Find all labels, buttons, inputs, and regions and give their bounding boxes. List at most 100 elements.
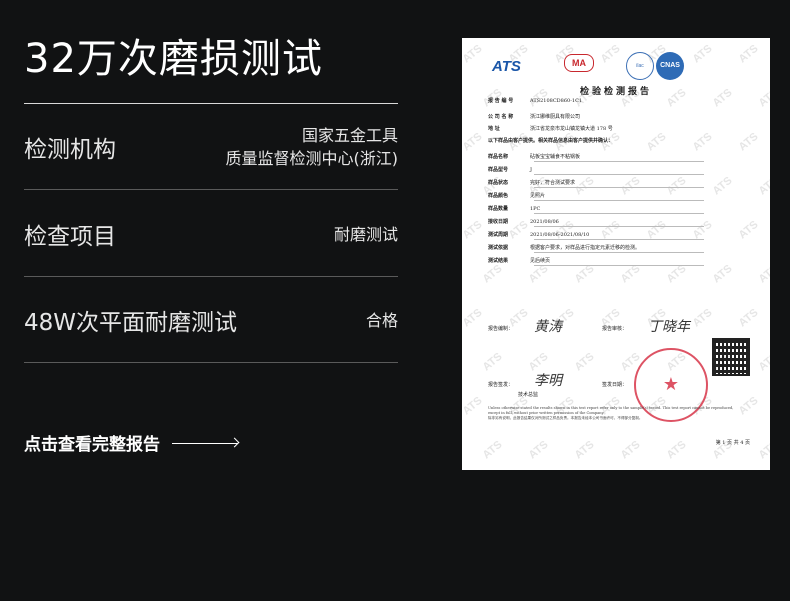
field-label: 测试依据 [488, 245, 509, 251]
watermark-mark: ATS [462, 218, 485, 242]
watermark-mark: ATS [664, 438, 689, 462]
field-label: 样品数量 [488, 206, 509, 212]
watermark-mark: ATS [462, 42, 485, 66]
technical-director-label: 技术总监 [518, 392, 539, 398]
field-value: 浙江省龙泉市龙山镇龙镇大道 178 号 [530, 126, 613, 132]
field-value: ATS2108CD860-1C1 [530, 98, 583, 104]
watermark-mark: ATS [618, 174, 643, 198]
watermark-mark: ATS [756, 262, 770, 286]
field-value: 根据客户要求，对样品进行指定元素迁移的检测。 [530, 245, 641, 251]
watermark-mark: ATS [572, 438, 597, 462]
watermark-mark: ATS [480, 438, 505, 462]
row-abrasion-result: 48W次平面耐磨测试 合格 [24, 298, 398, 342]
field-label: 样品颜色 [488, 193, 509, 199]
divider [24, 276, 398, 277]
field-underline [534, 174, 704, 175]
watermark-mark: ATS [644, 130, 669, 154]
watermark-mark: ATS [736, 130, 761, 154]
watermark-mark: ATS [526, 262, 551, 286]
signature-2: 丁晓年 [648, 319, 690, 335]
watermark-mark: ATS [462, 130, 485, 154]
field-underline [534, 213, 704, 214]
sample-field-row: 样品名称 砧板宝宝辅食不粘锅板 [488, 154, 580, 160]
field-label: 报 告 编 号 [488, 98, 514, 104]
field-underline [534, 226, 704, 227]
sample-field-row: 测试依据 根据客户要求，对样品进行指定元素迁移的检测。 [488, 245, 640, 251]
watermark-mark: ATS [572, 174, 597, 198]
field-label: 测试周期 [488, 232, 509, 238]
field-value: 2021/08/06 [530, 219, 559, 225]
watermark-mark: ATS [736, 306, 761, 330]
ma-logo: MA [564, 54, 594, 72]
field-underline [534, 265, 704, 266]
sample-field-row: 样品颜色 见照片 [488, 193, 545, 199]
sample-field-row: 测试周期 2021/08/06-2021/08/10 [488, 232, 589, 238]
view-full-report-link[interactable]: 点击查看完整报告 [24, 430, 238, 455]
watermark-mark: ATS [736, 218, 761, 242]
row-value-line: 国家五金工具 [301, 126, 398, 145]
row-testing-agency: 检测机构 国家五金工具 质量监督检测中心(浙江) [24, 120, 398, 174]
compiled-by-label: 报告编制： [488, 326, 514, 332]
company-line: 公 司 名 称 浙江娜维厨具有限公司 [488, 114, 580, 120]
row-test-item: 检查项目 耐磨测试 [24, 212, 398, 256]
watermark-mark: ATS [644, 218, 669, 242]
field-value: J [530, 167, 533, 173]
qr-code [712, 338, 750, 376]
field-value: 2021/08/06-2021/08/10 [530, 232, 590, 238]
view-full-report-label: 点击查看完整报告 [24, 435, 160, 455]
row-value: 国家五金工具 质量监督检测中心(浙江) [226, 124, 399, 170]
row-value-line: 质量监督检测中心(浙江) [225, 149, 399, 168]
watermark-mark: ATS [736, 42, 761, 66]
field-value: 砧板宝宝辅食不粘锅板 [530, 154, 581, 160]
watermark-mark: ATS [462, 394, 485, 418]
field-underline [534, 252, 704, 253]
watermark-mark: ATS [690, 306, 715, 330]
sample-field-row: 接收日期 2021/08/06 [488, 219, 559, 225]
divider [24, 189, 398, 190]
field-label: 样品型号 [488, 167, 509, 173]
sample-field-row: 测试结果 见后续页 [488, 258, 550, 264]
field-label: 样品名称 [488, 154, 509, 160]
field-underline [534, 161, 704, 162]
watermark-mark: ATS [664, 262, 689, 286]
watermark-mark: ATS [572, 350, 597, 374]
watermark-mark: ATS [756, 350, 770, 374]
sample-field-row: 样品数量 1PC [488, 206, 540, 212]
field-label: 接收日期 [488, 219, 509, 225]
watermark-mark: ATS [690, 130, 715, 154]
certificate-title: 检验检测报告 [579, 87, 652, 97]
watermark-mark: ATS [618, 438, 643, 462]
field-label: 测试结果 [488, 258, 509, 264]
watermark-mark: ATS [480, 262, 505, 286]
field-underline [534, 239, 704, 240]
signature-3: 李明 [534, 373, 562, 389]
watermark-mark: ATS [710, 174, 735, 198]
watermark-mark: ATS [598, 218, 623, 242]
field-value: 完好，符合测试要求 [530, 180, 576, 186]
field-value: 1PC [530, 206, 541, 212]
certificate-logos: ATS MA ilac CNAS [492, 52, 740, 80]
field-label: 公 司 名 称 [488, 114, 514, 120]
watermark-mark: ATS [618, 262, 643, 286]
page-number: 第 1 页 共 4 页 [715, 440, 750, 446]
row-key: 48W次平面耐磨测试 [24, 310, 238, 336]
title-divider [24, 103, 398, 104]
field-value: 浙江娜维厨具有限公司 [530, 114, 581, 120]
page-title: 32万次磨损测试 [24, 36, 323, 82]
test-report-image[interactable]: ATS ATS ATS ATS ATS ATS ATS ATS ATS ATS ATS ATS ATS A… [462, 38, 770, 470]
field-label: 地 址 [488, 126, 500, 132]
watermark-mark: ATS [756, 174, 770, 198]
watermark-mark: ATS [756, 438, 770, 462]
field-value: 见照片 [530, 193, 546, 199]
field-label: 样品状态 [488, 180, 509, 186]
issue-date-label: 签发日期： [602, 382, 628, 388]
watermark-mark: ATS [572, 262, 597, 286]
address-line: 地 址 浙江省龙泉市龙山镇龙镇大道 178 号 [488, 126, 613, 132]
sample-field-row: 样品型号 J [488, 167, 532, 173]
ats-logo: ATS [492, 58, 521, 75]
row-key: 检测机构 [24, 137, 116, 163]
fine-print-cn: 除非另有说明，此报告结果仅对所测试之样品负责。本报告未经本公司书面许可，不得部分… [488, 416, 643, 420]
divider [24, 362, 398, 363]
row-key: 检查项目 [24, 224, 116, 250]
fine-print: Unless otherwise stated the results show… [488, 406, 744, 421]
